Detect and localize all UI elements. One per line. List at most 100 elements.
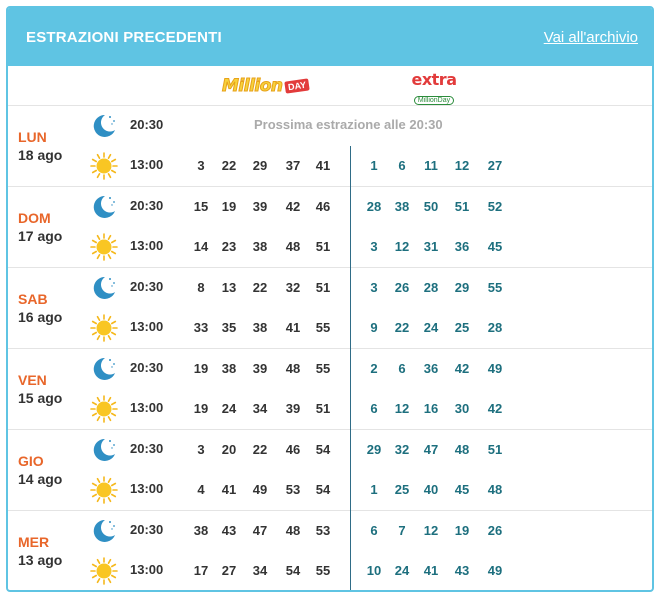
next-draw-notice: Prossima estrazione alle 20:30: [254, 117, 443, 132]
extra-number: 6: [370, 523, 378, 538]
sun-icon: [90, 557, 118, 585]
extra-number: 49: [487, 563, 503, 578]
millionday-number: 22: [252, 280, 268, 295]
extra-number: 11: [424, 158, 438, 173]
millionday-number: 29: [252, 158, 268, 173]
millionday-number: 54: [315, 482, 331, 497]
millionday-number: 54: [315, 442, 331, 457]
draw-time: 13:00: [130, 481, 164, 496]
millionday-number: 39: [252, 199, 268, 214]
extra-number: 28: [487, 320, 503, 335]
millionday-number: 22: [252, 442, 268, 457]
extra-number: 30: [454, 401, 470, 416]
extra-number: 31: [423, 239, 439, 254]
extra-number: 24: [394, 563, 410, 578]
extra-number: 42: [454, 361, 470, 376]
extra-number: 28: [366, 199, 382, 214]
extra-number: 6: [398, 158, 406, 173]
previous-draws-panel: ESTRAZIONI PRECEDENTI Vai all'archivio M…: [6, 6, 654, 592]
extra-number: 38: [394, 199, 410, 214]
millionday-number: 15: [193, 199, 209, 214]
extra-number: 36: [454, 239, 470, 254]
draw-row: 13:00 4 41 49 53 54 1 25 40 45 48: [8, 470, 652, 510]
moon-icon: [90, 112, 118, 140]
day-block: LUN 18 ago 20:30 Prossima estrazione alle 2…: [8, 106, 652, 187]
extra-number: 9: [370, 320, 378, 335]
extra-number: 6: [398, 361, 406, 376]
millionday-number: 39: [252, 361, 268, 376]
millionday-number: 41: [221, 482, 237, 497]
millionday-number: 39: [285, 401, 301, 416]
extra-number: 26: [487, 523, 503, 538]
sun-icon: [90, 314, 118, 342]
logo-row: Million DAY extra MillionDay: [8, 66, 652, 106]
millionday-number: 38: [252, 239, 268, 254]
millionday-number: 19: [221, 199, 237, 214]
millionday-number: 19: [193, 401, 209, 416]
draw-time: 20:30: [130, 522, 164, 537]
extra-number: 1: [370, 158, 378, 173]
column-divider: [350, 146, 351, 590]
draw-row: 20:30 8 13 22 32 51 3 26 28 29 55: [8, 268, 652, 308]
extra-number: 29: [366, 442, 382, 457]
millionday-number: 42: [285, 199, 301, 214]
extra-number: 12: [394, 239, 410, 254]
day-block: SAB 16 ago 20:30 8 13 22 32 51 3 26 28 29 55 13:00 33 3…: [8, 268, 652, 349]
extra-number: 43: [454, 563, 470, 578]
millionday-number: 14: [193, 239, 209, 254]
draws-list: LUN 18 ago 20:30 Prossima estrazione alle 2…: [8, 106, 652, 590]
extra-number: 48: [487, 482, 503, 497]
millionday-number: 43: [221, 523, 237, 538]
millionday-number: 38: [221, 361, 237, 376]
extra-number: 12: [454, 158, 470, 173]
millionday-number: 48: [285, 361, 301, 376]
sun-icon: [90, 395, 118, 423]
millionday-number: 51: [315, 401, 331, 416]
extra-number: 27: [487, 158, 503, 173]
extra-number: 36: [423, 361, 439, 376]
day-block: GIO 14 ago 20:30 3 20 22 46 54 29 32 47 48 51 13:00 4 4…: [8, 430, 652, 511]
extra-logo: extra MillionDay: [411, 70, 457, 105]
draw-row: 20:30 3 20 22 46 54 29 32 47 48 51: [8, 430, 652, 470]
millionday-number: 19: [193, 361, 209, 376]
millionday-number: 4: [197, 482, 205, 497]
draw-row: 13:00 19 24 34 39 51 6 12 16 30 42: [8, 389, 652, 429]
extra-number: 29: [454, 280, 470, 295]
extra-number: 6: [370, 401, 378, 416]
moon-icon: [90, 355, 118, 383]
millionday-number: 41: [315, 158, 331, 173]
draw-row: 20:30 19 38 39 48 55 2 6 36 42 49: [8, 349, 652, 389]
millionday-number: 37: [285, 158, 301, 173]
extra-number: 52: [487, 199, 503, 214]
extra-number: 16: [423, 401, 439, 416]
extra-number: 41: [423, 563, 439, 578]
extra-number: 47: [423, 442, 439, 457]
millionday-number: 34: [252, 401, 268, 416]
millionday-number: 20: [221, 442, 237, 457]
extra-number: 25: [394, 482, 410, 497]
extra-number: 49: [487, 361, 503, 376]
millionday-number: 46: [315, 199, 331, 214]
millionday-number: 51: [315, 280, 331, 295]
millionday-number: 34: [252, 563, 268, 578]
millionday-number: 24: [221, 401, 237, 416]
millionday-number: 54: [285, 563, 301, 578]
draw-time: 13:00: [130, 319, 164, 334]
extra-number: 48: [454, 442, 470, 457]
extra-number: 1: [370, 482, 378, 497]
archive-link[interactable]: Vai all'archivio: [544, 29, 638, 46]
panel-title: ESTRAZIONI PRECEDENTI: [26, 28, 222, 46]
millionday-number: 22: [221, 158, 237, 173]
millionday-number: 53: [315, 523, 331, 538]
millionday-number: 3: [197, 158, 205, 173]
extra-number: 45: [487, 239, 503, 254]
extra-number: 32: [394, 442, 410, 457]
draw-row: 13:00 33 35 38 41 55 9 22 24 25 28: [8, 308, 652, 348]
millionday-logo: Million DAY: [222, 72, 310, 100]
millionday-number: 35: [221, 320, 237, 335]
extra-number: 7: [398, 523, 406, 538]
draw-time: 13:00: [130, 400, 164, 415]
draw-time: 13:00: [130, 238, 164, 253]
draw-time: 13:00: [130, 157, 164, 172]
extra-number: 24: [423, 320, 439, 335]
